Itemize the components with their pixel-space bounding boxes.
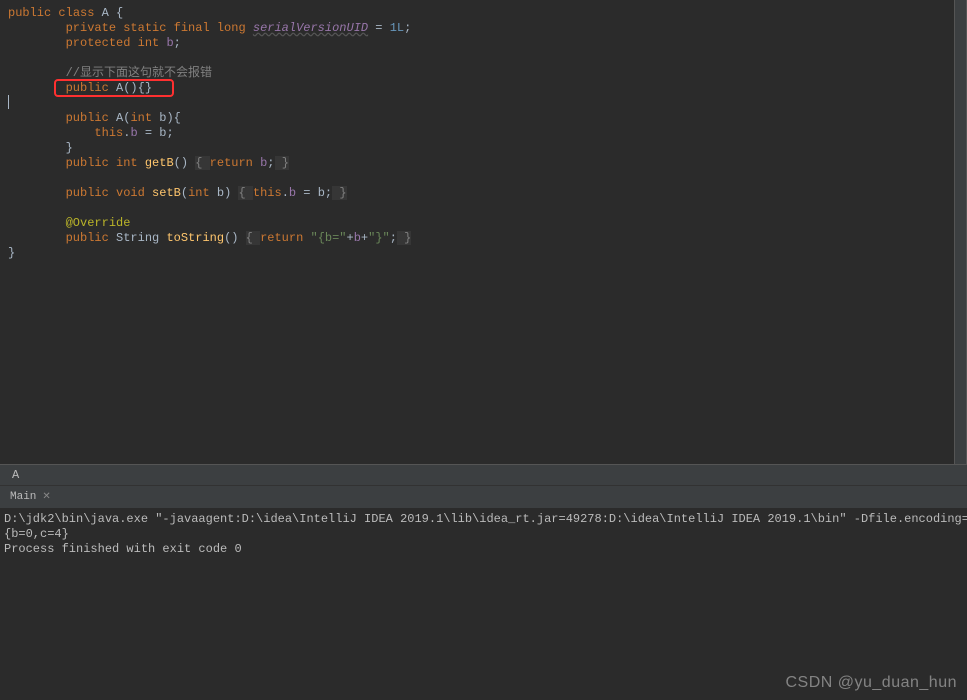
code-editor[interactable]: public class A { private static final lo… — [0, 0, 967, 464]
breadcrumb[interactable]: A — [0, 464, 967, 486]
console-line: D:\jdk2\bin\java.exe "-javaagent:D:\idea… — [4, 512, 963, 527]
console-output[interactable]: D:\jdk2\bin\java.exe "-javaagent:D:\idea… — [0, 508, 967, 561]
console-tab-main[interactable]: Main ✕ — [4, 489, 57, 505]
breadcrumb-item[interactable]: A — [12, 468, 19, 482]
console-tab-label: Main — [10, 491, 36, 503]
console-tabs: Main ✕ — [0, 486, 967, 508]
console-line: Process finished with exit code 0 — [4, 542, 963, 557]
console-panel: Main ✕ D:\jdk2\bin\java.exe "-javaagent:… — [0, 486, 967, 561]
watermark: CSDN @yu_duan_hun — [785, 674, 957, 692]
close-icon[interactable]: ✕ — [42, 491, 50, 503]
console-line: {b=0,c=4} — [4, 527, 963, 542]
editor-scrollbar[interactable] — [954, 0, 966, 464]
editor-caret — [8, 95, 9, 109]
